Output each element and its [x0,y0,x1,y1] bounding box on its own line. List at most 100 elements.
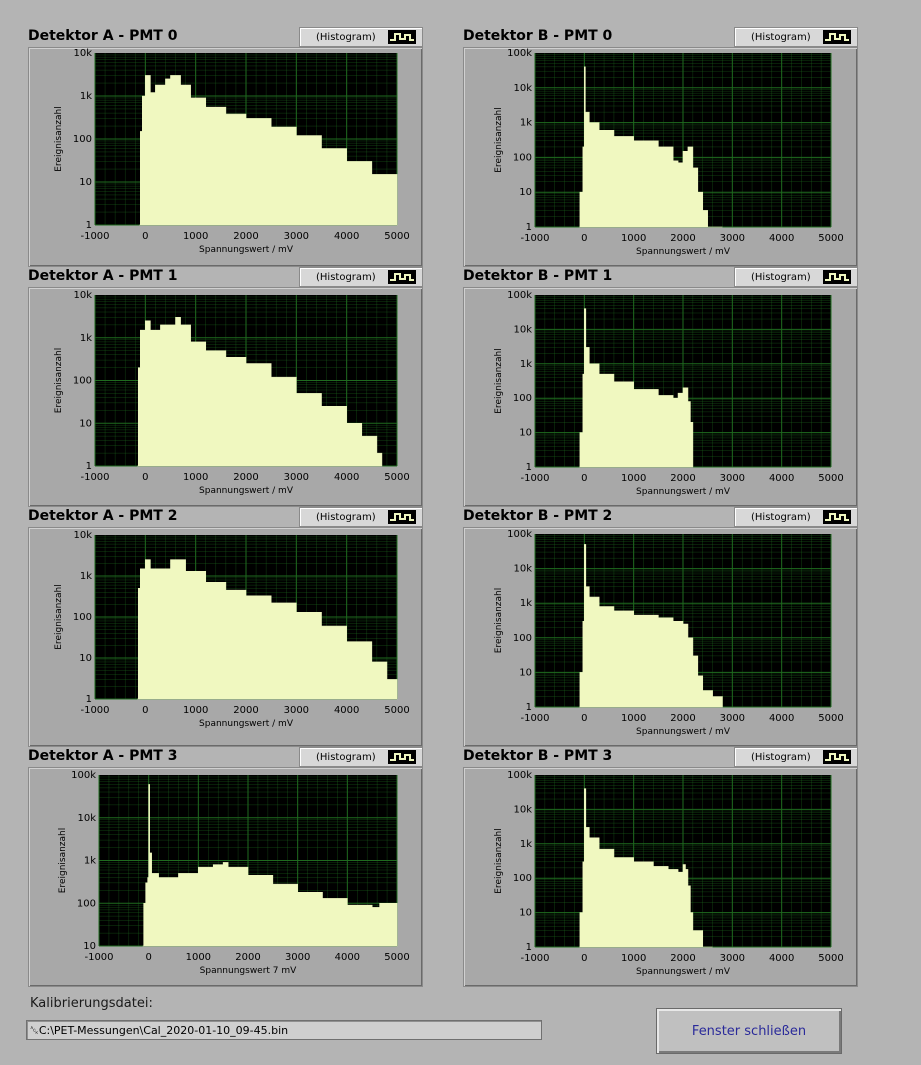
x-tick-label: 3000 [284,231,309,242]
x-tick-label: -1000 [80,705,109,716]
x-axis-label: Spannungswert 7 mV [200,966,298,976]
y-tick-label: 10k [73,48,92,59]
x-tick-label: 1000 [621,713,646,724]
panel-title: Detektor A - PMT 1 [28,268,178,284]
histogram-plot-style-icon[interactable] [823,270,851,284]
y-tick-label: 100k [71,770,96,781]
plot-legend[interactable]: (Histogram) [734,267,858,287]
graph-frame: -1000 0 1000 2000 3000 4000 5000 1 10 100 1k 10k Spa… [28,527,423,747]
histogram-plot-style-icon[interactable] [388,750,416,764]
panel-title: Detektor A - PMT 2 [28,508,178,524]
x-tick-label: 2000 [670,473,695,484]
histogram-plot-style-icon[interactable] [388,30,416,44]
x-tick-label: 0 [145,952,151,963]
y-tick-label: 1 [526,462,532,473]
x-tick-label: -1000 [520,473,549,484]
y-tick-label: 10k [77,813,96,824]
x-tick-label: 3000 [720,233,745,244]
y-axis-label: Ereignisanzahl [494,348,504,414]
y-tick-label: 1k [80,571,92,582]
histogram-chart[interactable]: -1000 0 1000 2000 3000 4000 5000 1 10 100 1k 10k Spa… [29,288,422,506]
y-tick-label: 10 [79,418,92,429]
y-axis-label: Ereignisanzahl [494,828,504,894]
y-tick-label: 10 [519,667,532,678]
x-tick-label: 1000 [621,233,646,244]
x-tick-label: 5000 [818,473,843,484]
histogram-chart[interactable]: -1000 0 1000 2000 3000 4000 5000 1 10 100 1k 10k Spa… [29,48,422,266]
x-tick-label: 4000 [334,231,359,242]
plot-legend[interactable]: (Histogram) [299,747,423,767]
x-tick-label: 0 [581,713,587,724]
x-tick-label: 0 [581,953,587,964]
plot-legend[interactable]: (Histogram) [734,747,858,767]
y-tick-label: 100 [73,612,92,623]
y-tick-label: 10k [73,290,92,301]
x-tick-label: 1000 [621,953,646,964]
y-tick-label: 1k [80,333,92,344]
x-tick-label: 4000 [769,473,794,484]
y-tick-label: 10 [79,653,92,664]
x-tick-label: 5000 [818,233,843,244]
plot-legend[interactable]: (Histogram) [734,507,858,527]
plot-legend[interactable]: (Histogram) [299,267,423,287]
y-tick-label: 10k [513,564,532,575]
histogram-plot-style-icon[interactable] [823,510,851,524]
x-axis-label: Spannungswert / mV [636,487,731,497]
histogram-chart[interactable]: -1000 0 1000 2000 3000 4000 5000 1 10 100 1k 10k 100… [464,48,857,266]
x-tick-label: 4000 [334,472,359,483]
x-tick-label: 3000 [720,473,745,484]
calibration-file-path[interactable]: ␆C:\PET-Messungen\Cal_2020-01-10_09-45.b… [26,1020,542,1040]
histogram-plot-style-icon[interactable] [823,30,851,44]
x-tick-label: 4000 [769,713,794,724]
histogram-plot-style-icon[interactable] [388,270,416,284]
plot-legend[interactable]: (Histogram) [299,507,423,527]
y-tick-label: 10k [73,530,92,541]
x-tick-label: 0 [142,472,148,483]
x-tick-label: 2000 [233,472,258,483]
close-window-button[interactable]: Fenster schließen [656,1008,842,1054]
histogram-chart[interactable]: -1000 0 1000 2000 3000 4000 5000 1 10 100 1k 10k 100… [464,768,857,986]
calibration-path-text: C:\PET-Messungen\Cal_2020-01-10_09-45.bi… [38,1024,289,1037]
x-tick-label: 4000 [335,952,360,963]
histogram-chart[interactable]: -1000 0 1000 2000 3000 4000 5000 1 10 100 1k 10k 100… [464,288,857,506]
panel-title: Detektor B - PMT 1 [463,268,613,284]
calibration-file-label: Kalibrierungsdatei: [30,996,153,1011]
histogram-chart[interactable]: -1000 0 1000 2000 3000 4000 5000 1 10 100 1k 10k Spa… [29,528,422,746]
histogram-chart[interactable]: -1000 0 1000 2000 3000 4000 5000 1 10 100 1k 10k 100… [464,528,857,746]
histogram-panel: Detektor A - PMT 0 (Histogram) -1000 0 1000 2… [28,27,423,267]
x-axis-label: Spannungswert / mV [636,967,731,977]
y-tick-label: 100k [507,770,532,781]
y-tick-label: 10 [519,908,532,919]
x-tick-label: 1000 [183,705,208,716]
panel-title: Detektor A - PMT 0 [28,28,178,44]
graph-frame: -1000 0 1000 2000 3000 4000 5000 1 10 100 1k 10k Spa… [28,287,423,507]
plot-legend[interactable]: (Histogram) [299,27,423,47]
x-tick-label: 3000 [720,713,745,724]
y-tick-label: 100 [513,633,532,644]
histogram-panel: Detektor A - PMT 1 (Histogram) -1000 0 1000 2… [28,267,423,507]
y-tick-label: 100 [77,898,96,909]
x-tick-label: 0 [581,473,587,484]
legend-label: (Histogram) [316,511,376,523]
legend-label: (Histogram) [316,271,376,283]
graph-frame: -1000 0 1000 2000 3000 4000 5000 1 10 100 1k 10k 100… [463,767,858,987]
y-tick-label: 1 [86,461,92,472]
histogram-plot-style-icon[interactable] [823,750,851,764]
legend-label: (Histogram) [751,31,811,43]
y-tick-label: 10 [519,187,532,198]
y-tick-label: 10k [513,83,532,94]
plot-legend[interactable]: (Histogram) [734,27,858,47]
panel-title: Detektor A - PMT 3 [28,748,178,764]
histogram-chart[interactable]: -1000 0 1000 2000 3000 4000 5000 10 100 1k 10k 100k… [29,768,422,986]
panel-title: Detektor B - PMT 3 [463,748,613,764]
y-tick-label: 100k [507,529,532,540]
graph-frame: -1000 0 1000 2000 3000 4000 5000 1 10 100 1k 10k 100… [463,287,858,507]
legend-label: (Histogram) [316,751,376,763]
y-tick-label: 1 [526,942,532,953]
x-axis-label: Spannungswert / mV [199,486,294,496]
graph-frame: -1000 0 1000 2000 3000 4000 5000 1 10 100 1k 10k 100… [463,47,858,267]
y-tick-label: 10k [513,804,532,815]
x-tick-label: 5000 [384,952,409,963]
histogram-panel: Detektor A - PMT 2 (Histogram) -1000 0 1000 2… [28,507,423,747]
histogram-plot-style-icon[interactable] [388,510,416,524]
